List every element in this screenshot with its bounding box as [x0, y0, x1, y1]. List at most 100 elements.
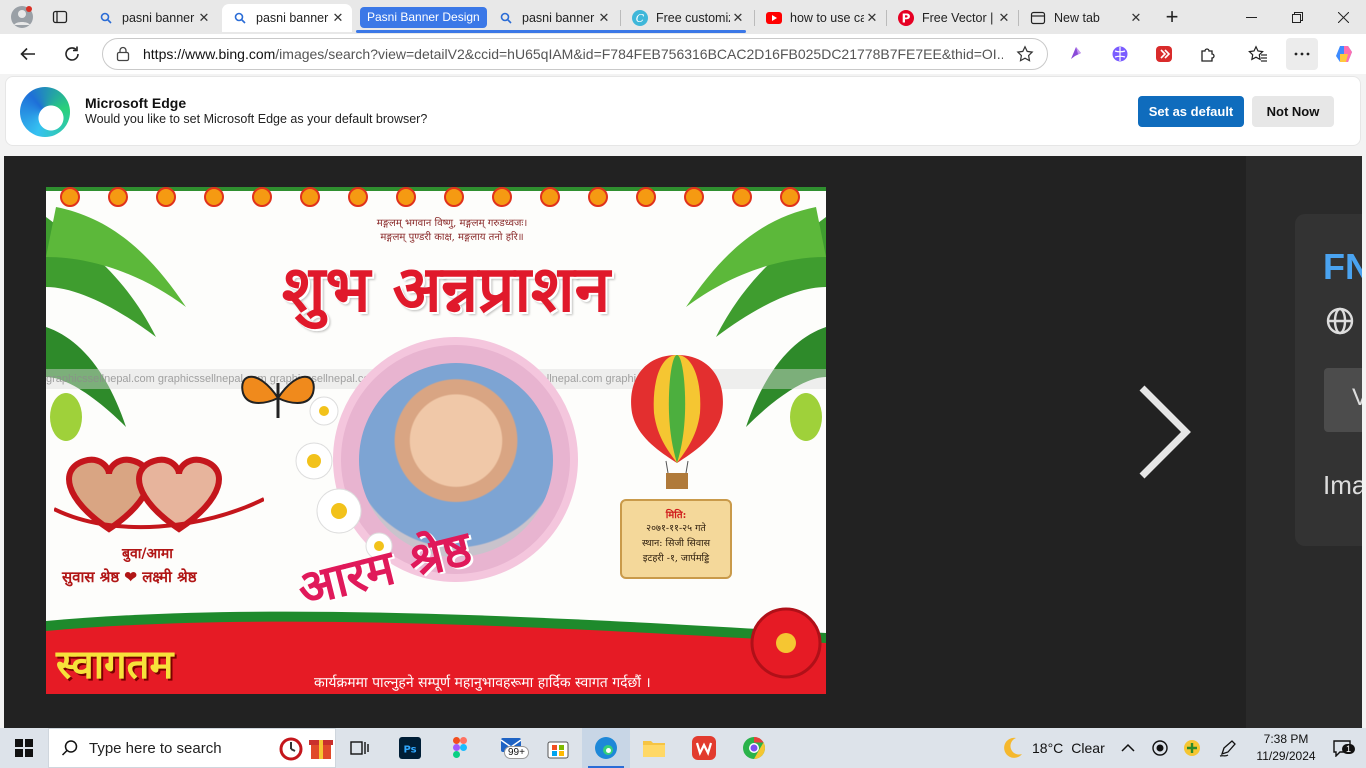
banner-title: शुभ अन्नप्राशन [281, 252, 611, 327]
close-window-button[interactable] [1320, 0, 1366, 34]
details-date: २०७१-११-२५ गते [646, 523, 706, 534]
site-info-icon[interactable] [103, 46, 143, 62]
close-tab-icon[interactable]: ✕ [730, 10, 746, 26]
close-tab-icon[interactable]: ✕ [196, 10, 212, 26]
tab-2[interactable]: pasni banner ✕ [222, 4, 352, 32]
tab-title: Free Vector | [922, 11, 994, 25]
taskbar-search-box[interactable]: Type here to search [48, 728, 336, 768]
search-highlight-icon [279, 737, 333, 761]
taskbar-clock[interactable]: 7:38 PM 11/29/2024 [1246, 731, 1326, 765]
extension-purple-icon[interactable] [1060, 38, 1092, 70]
favorite-star-icon[interactable] [1003, 45, 1047, 63]
close-tab-icon[interactable]: ✕ [596, 10, 612, 26]
pen-icon [1219, 740, 1236, 757]
tab-5[interactable]: how to use ca ✕ [756, 4, 886, 32]
chevron-up-icon [1121, 743, 1135, 752]
side-brand-text: FN [1323, 246, 1362, 287]
tab-3[interactable]: pasni banner ✕ [488, 4, 618, 32]
tab-4[interactable]: C Free customiz ✕ [622, 4, 752, 32]
weather-widget[interactable]: 18°C Clear [1000, 728, 1105, 768]
default-browser-infobar: Microsoft Edge Would you like to set Mic… [5, 76, 1361, 146]
tab-1[interactable]: pasni banner ✕ [88, 4, 218, 32]
clock-date: 11/29/2024 [1256, 749, 1316, 763]
close-tab-icon[interactable]: ✕ [996, 10, 1012, 26]
svg-text:C: C [636, 12, 645, 25]
taskbar-file-explorer[interactable] [630, 728, 678, 768]
refresh-button[interactable] [56, 38, 88, 70]
parents-photo-hearts [54, 456, 264, 533]
profile-avatar[interactable] [6, 1, 38, 33]
record-icon [1152, 740, 1168, 756]
welcome-subtext: कार्यक्रममा पाल्नुहने सम्पूर्ण महानुभावह… [314, 675, 651, 691]
tab-title: New tab [1054, 11, 1100, 25]
svg-text:Ps: Ps [403, 745, 416, 756]
search-icon [98, 10, 114, 26]
next-image-arrow-icon[interactable] [1134, 384, 1194, 480]
weather-condition: Clear [1071, 740, 1105, 756]
taskbar-chrome-like-app[interactable] [730, 728, 778, 768]
taskbar-figma[interactable] [436, 728, 484, 768]
search-placeholder: Type here to search [89, 739, 222, 757]
new-tab-button[interactable]: + [1156, 1, 1188, 33]
parents-names: सुवास श्रेष्ठ ❤ लक्ष्मी श्रेष्ठ [62, 568, 197, 586]
taskbar-photoshop[interactable]: Ps [386, 728, 434, 768]
tray-record-button[interactable] [1144, 728, 1176, 768]
tray-pen-button[interactable] [1212, 728, 1244, 768]
taskbar-wps[interactable] [680, 728, 728, 768]
copilot-icon[interactable] [1328, 38, 1360, 70]
close-tab-icon[interactable]: ✕ [330, 10, 346, 26]
taskbar-mail[interactable]: 99+ [490, 728, 538, 768]
tab-title: pasni banner [122, 11, 195, 25]
marigold-garland-decoration [46, 187, 826, 207]
tab-actions-icon[interactable] [44, 1, 76, 33]
hot-air-balloon-icon [631, 355, 723, 489]
mail-badge: 99+ [504, 746, 529, 759]
favorites-icon[interactable] [1242, 38, 1274, 70]
restore-button[interactable] [1274, 0, 1320, 34]
address-bar[interactable]: https://www.bing.com/images/search?view=… [102, 38, 1048, 70]
youtube-icon [766, 10, 782, 26]
back-button[interactable] [12, 38, 44, 70]
close-tab-icon[interactable]: ✕ [1128, 10, 1144, 26]
taskbar-store[interactable] [534, 728, 582, 768]
tab-title: Free customiz [656, 11, 730, 25]
side-images-text: Ima [1323, 470, 1362, 500]
notification-center-button[interactable]: 1 [1322, 728, 1362, 768]
url-text[interactable]: https://www.bing.com/images/search?view=… [143, 46, 1003, 62]
not-now-button[interactable]: Not Now [1252, 96, 1334, 127]
details-venue: स्थान: सिजी सिवास [642, 538, 710, 549]
windows-taskbar: Type here to search Ps 99+ 18°C Clear 7:… [0, 728, 1366, 768]
tab-6[interactable]: P Free Vector | ✕ [888, 4, 1018, 32]
tab-divider [620, 10, 621, 26]
store-icon [547, 741, 569, 759]
set-as-default-button[interactable]: Set as default [1138, 96, 1244, 127]
side-visit-button[interactable]: V [1324, 368, 1362, 432]
details-place: इटहरी -१, जार्पमड्डि [642, 553, 710, 564]
tab-divider [886, 10, 887, 26]
tab-divider [754, 10, 755, 26]
minimize-button[interactable] [1228, 0, 1274, 34]
extension-red-icon[interactable] [1148, 38, 1180, 70]
show-hidden-icons-button[interactable] [1112, 728, 1144, 768]
image-viewer: मङ्गलम् भगवान विष्णु, मङ्गलम् गरुडध्वजः।… [4, 156, 1362, 728]
more-options-icon[interactable] [1286, 38, 1318, 70]
start-button[interactable] [0, 728, 48, 768]
banner-image[interactable]: मङ्गलम् भगवान विष्णु, मङ्गलम् गरुडध्वजः।… [46, 187, 826, 694]
pinterest-icon: P [898, 10, 914, 26]
windows-logo-icon [15, 739, 33, 757]
extension-brain-icon[interactable] [1104, 38, 1136, 70]
close-tab-icon[interactable]: ✕ [864, 10, 880, 26]
taskbar-edge[interactable] [582, 728, 630, 768]
tab-7[interactable]: New tab ✕ [1020, 4, 1150, 32]
search-icon [61, 740, 78, 756]
moon-icon [1004, 737, 1022, 758]
new-tab-icon [1030, 10, 1046, 26]
extensions-puzzle-icon[interactable] [1192, 38, 1224, 70]
tray-app-button[interactable] [1176, 728, 1208, 768]
banner-mantra: मङ्गलम् भगवान विष्णु, मङ्गलम् गरुडध्वजः।… [332, 217, 572, 245]
search-icon [498, 10, 514, 26]
tab-group-label[interactable]: Pasni Banner Design [360, 7, 487, 28]
task-view-button[interactable] [336, 728, 384, 768]
svg-text:P: P [902, 12, 911, 26]
notification-count: 1 [1342, 744, 1356, 754]
